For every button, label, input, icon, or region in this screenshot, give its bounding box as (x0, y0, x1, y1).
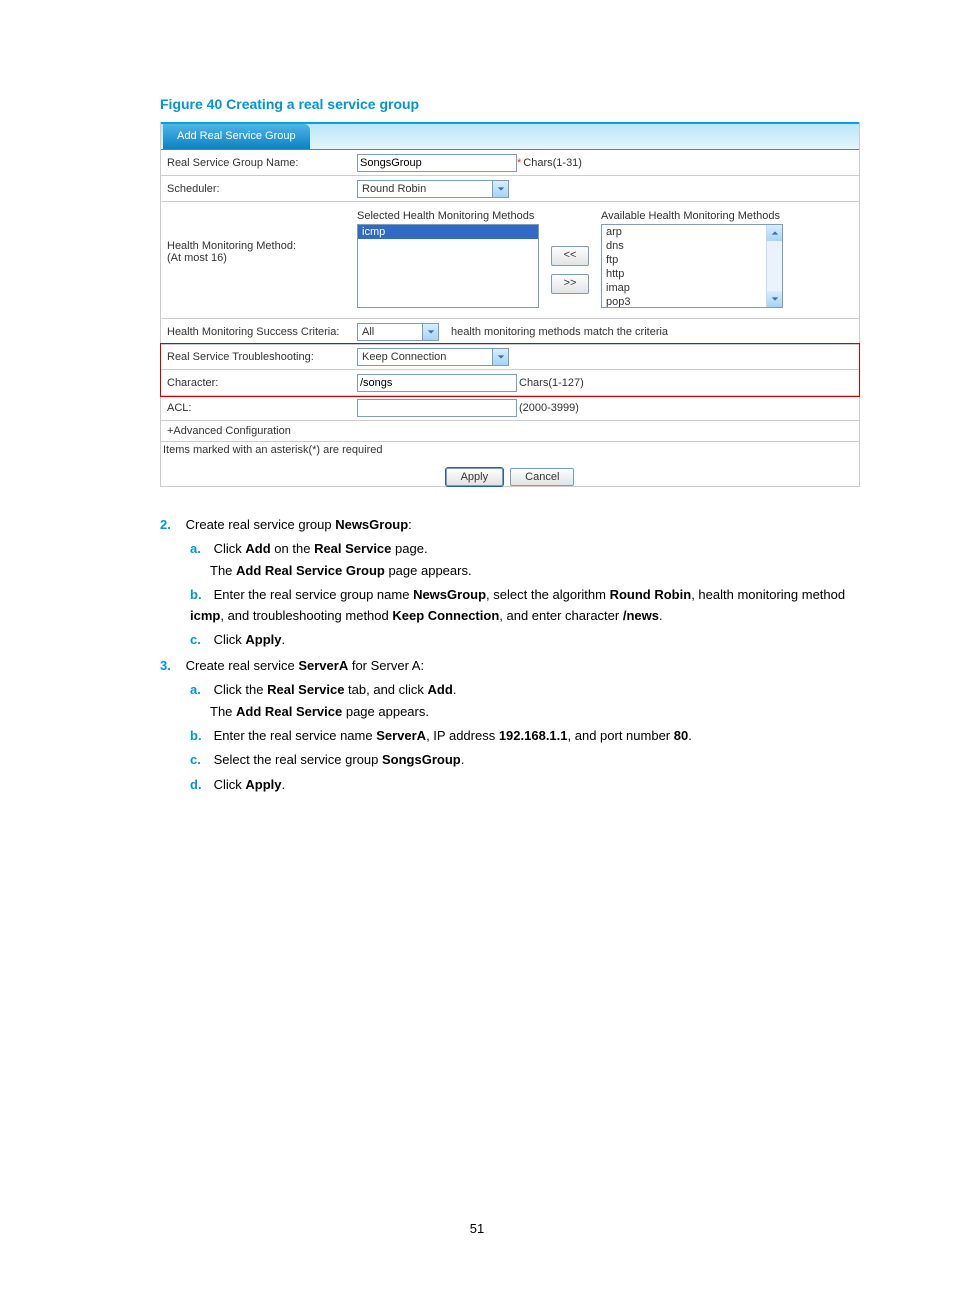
select-scheduler[interactable]: Round Robin (357, 180, 509, 198)
screenshot-panel: Add Real Service Group Real Service Grou… (160, 122, 860, 487)
row-success-criteria: Health Monitoring Success Criteria: All … (161, 319, 859, 345)
tab-add-real-service-group[interactable]: Add Real Service Group (163, 124, 310, 149)
label-group-name: Real Service Group Name: (167, 157, 357, 169)
hint-acl: (2000-3999) (519, 402, 579, 414)
list-marker: 2. (160, 515, 182, 535)
list-marker: 3. (160, 656, 182, 676)
label-health-monitoring: Health Monitoring Method: (At most 16) (167, 206, 357, 264)
row-health-monitoring: Health Monitoring Method: (At most 16) S… (161, 202, 859, 319)
label-success-criteria: Health Monitoring Success Criteria: (167, 326, 357, 338)
cancel-button[interactable]: Cancel (510, 468, 574, 486)
list-item[interactable]: ftp (602, 253, 782, 267)
listbox-available-methods[interactable]: arp dns ftp http imap pop3 (601, 224, 783, 308)
row-acl: ACL: (2000-3999) (161, 395, 859, 421)
advanced-config-toggle[interactable]: +Advanced Configuration (161, 421, 859, 442)
list-marker: c. (190, 750, 210, 770)
instruction-text: 2. Create real service group NewsGroup: … (160, 515, 858, 795)
criteria-suffix-text: health monitoring methods match the crit… (451, 326, 668, 338)
tab-bar: Add Real Service Group (161, 122, 859, 150)
move-left-button[interactable]: << (551, 246, 589, 266)
move-right-button[interactable]: >> (551, 274, 589, 294)
list-marker: a. (190, 680, 210, 700)
row-group-name: Real Service Group Name: *Chars(1-31) (161, 150, 859, 176)
list-marker: d. (190, 775, 210, 795)
listbox-selected-methods[interactable]: icmp (357, 224, 539, 308)
list-item[interactable]: http (602, 267, 782, 281)
list-item[interactable]: dns (602, 239, 782, 253)
row-scheduler: Scheduler: Round Robin (161, 176, 859, 202)
label-selected-methods: Selected Health Monitoring Methods (357, 210, 539, 222)
required-footnote: Items marked with an asterisk(*) are req… (161, 442, 859, 462)
page-number: 51 (0, 1221, 954, 1236)
scroll-up-icon[interactable] (767, 225, 782, 241)
input-group-name[interactable] (357, 154, 517, 172)
list-marker: a. (190, 539, 210, 559)
row-character: Character: Chars(1-127) (161, 370, 859, 396)
list-marker: b. (190, 585, 210, 605)
required-marker: * (517, 157, 521, 169)
label-character: Character: (167, 377, 357, 389)
list-marker: c. (190, 630, 210, 650)
label-available-methods: Available Health Monitoring Methods (601, 210, 783, 222)
list-item[interactable]: arp (602, 225, 782, 239)
input-acl[interactable] (357, 399, 517, 417)
figure-caption: Figure 40 Creating a real service group (160, 96, 858, 112)
chevron-down-icon (492, 349, 508, 365)
label-troubleshooting: Real Service Troubleshooting: (167, 351, 357, 363)
dual-listbox: Selected Health Monitoring Methods icmp … (357, 206, 783, 314)
list-item[interactable]: icmp (358, 225, 538, 239)
label-scheduler: Scheduler: (167, 183, 357, 195)
list-item[interactable]: pop3 (602, 295, 782, 308)
input-character[interactable] (357, 374, 517, 392)
list-marker: b. (190, 726, 210, 746)
list-item[interactable]: imap (602, 281, 782, 295)
scroll-down-icon[interactable] (767, 291, 782, 307)
label-acl: ACL: (167, 402, 357, 414)
hint-character: Chars(1-127) (519, 377, 584, 389)
select-troubleshooting[interactable]: Keep Connection (357, 348, 509, 366)
select-success-criteria[interactable]: All (357, 323, 439, 341)
chevron-down-icon (492, 181, 508, 197)
hint-group-name: Chars(1-31) (523, 157, 582, 169)
chevron-down-icon (422, 324, 438, 340)
apply-button[interactable]: Apply (446, 468, 504, 486)
scrollbar[interactable] (766, 225, 782, 307)
row-troubleshooting: Real Service Troubleshooting: Keep Conne… (161, 344, 859, 370)
